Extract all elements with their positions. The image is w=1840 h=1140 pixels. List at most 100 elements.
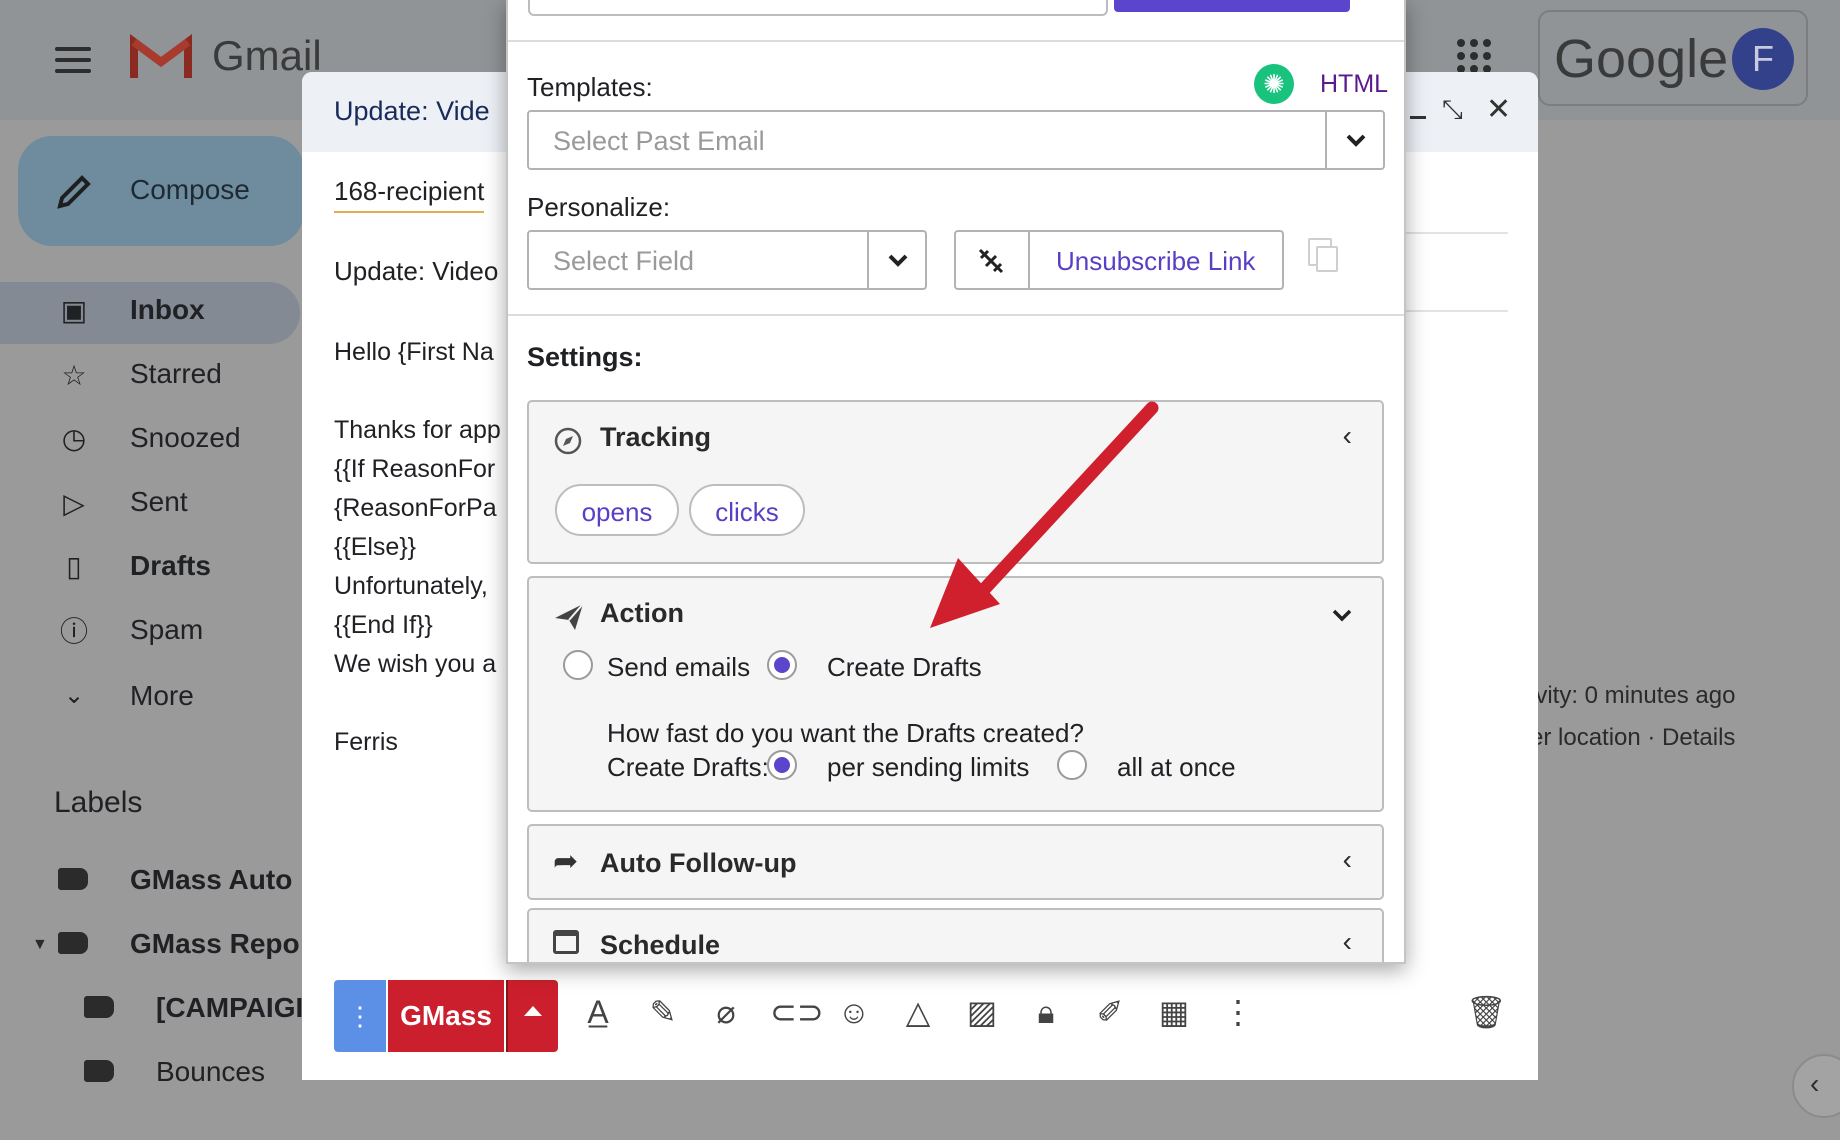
templates-label: Templates: <box>527 72 653 102</box>
compose-button[interactable]: Compose <box>18 136 304 246</box>
unlink-icon <box>978 248 1004 274</box>
divider <box>1028 232 1030 288</box>
create-drafts-label: Create Drafts <box>827 652 982 682</box>
subject-field[interactable]: Update: Video <box>334 256 498 287</box>
gmass-dropdown-button[interactable] <box>506 980 558 1052</box>
chevron-down-icon: ⌄ <box>63 682 85 709</box>
divider <box>1325 112 1327 168</box>
image-icon[interactable]: ▨ <box>962 992 1002 1032</box>
create-drafts-radio[interactable] <box>767 650 797 680</box>
nav-item-drafts[interactable]: Drafts <box>130 550 211 582</box>
gmass-send-button[interactable]: GMass <box>388 980 504 1052</box>
caret-up-icon <box>524 1006 542 1016</box>
label-campaign[interactable]: [CAMPAIGI <box>156 992 303 1024</box>
copy-icon[interactable] <box>1308 238 1338 272</box>
tracking-title[interactable]: Tracking <box>600 422 711 453</box>
magic-pen-icon[interactable]: ✎ <box>643 992 683 1032</box>
tracking-panel: Tracking ‹ opens clicks <box>527 400 1384 564</box>
nav-item-inbox[interactable]: Inbox <box>130 294 205 326</box>
confidential-lock-icon[interactable]: 🔒︎ <box>1026 992 1066 1032</box>
templates-select[interactable]: Select Past Email <box>527 110 1385 170</box>
label-icon <box>58 932 88 954</box>
body-line: {{End If}} <box>334 611 433 639</box>
html-link[interactable]: HTML <box>1320 70 1388 99</box>
auto-followup-panel: ➦ Auto Follow-up ‹ <box>527 824 1384 900</box>
nav-item-snoozed[interactable]: Snoozed <box>130 422 241 454</box>
schedule-calendar-icon[interactable]: ▦ <box>1154 992 1194 1032</box>
all-at-once-label: all at once <box>1117 752 1236 782</box>
drive-icon[interactable]: △ <box>898 992 938 1032</box>
expand-arrow-icon[interactable]: ▼ <box>32 936 48 954</box>
divider <box>867 232 869 288</box>
avatar[interactable]: F <box>1732 28 1794 90</box>
exit-fullscreen-icon[interactable]: ⤡ <box>1442 94 1463 126</box>
opens-chip[interactable]: opens <box>555 484 679 536</box>
close-icon[interactable]: ✕ <box>1486 92 1511 127</box>
details-link[interactable]: er location · Details <box>1530 724 1735 752</box>
nav-item-spam[interactable]: Spam <box>130 614 203 646</box>
personalize-field-select[interactable]: Select Field <box>527 230 927 290</box>
compose-title: Update: Vide <box>334 96 490 126</box>
attach-icon[interactable]: ⌀ <box>706 992 746 1032</box>
minimize-icon[interactable] <box>1410 116 1426 119</box>
unsubscribe-link-button[interactable]: Unsubscribe Link <box>954 230 1284 290</box>
signature-icon[interactable]: ✐ <box>1090 992 1130 1032</box>
label-icon <box>58 868 88 890</box>
emoji-icon[interactable]: ☺ <box>834 992 874 1032</box>
calendar-icon <box>553 930 579 954</box>
action-title[interactable]: Action <box>600 598 684 629</box>
account-switcher[interactable]: Google F <box>1538 10 1808 106</box>
apps-grid-icon[interactable] <box>1456 38 1492 74</box>
body-line: We wish you a <box>334 650 497 678</box>
body-line: Hello {First Na <box>334 338 494 366</box>
chatgpt-icon[interactable]: ✺ <box>1254 64 1294 104</box>
gmass-settings-button[interactable]: ⋮ <box>334 980 386 1052</box>
cutoff-input[interactable] <box>528 0 1108 16</box>
auto-followup-title[interactable]: Auto Follow-up <box>600 848 796 879</box>
nav-item-sent[interactable]: Sent <box>130 486 188 518</box>
compose-label: Compose <box>130 174 250 205</box>
divider <box>508 40 1404 42</box>
chevron-left-icon: ‹ <box>1810 1068 1820 1099</box>
trash-icon[interactable]: 🗑︎ <box>1466 992 1507 1032</box>
draft-icon: ▯ <box>66 551 82 582</box>
text-format-icon[interactable]: A̲ <box>578 992 618 1032</box>
message-body[interactable]: Hello {First Na Thanks for app {{If Reas… <box>334 338 501 767</box>
clicks-chip[interactable]: clicks <box>689 484 805 536</box>
main-menu-icon[interactable] <box>55 40 91 80</box>
more-options-icon[interactable]: ⋮ <box>1218 992 1258 1032</box>
recipients-field[interactable]: 168-recipient <box>334 176 485 213</box>
chevron-left-icon[interactable]: ‹ <box>1343 420 1352 452</box>
cutoff-button[interactable] <box>1114 0 1350 12</box>
clock-icon: ◷ <box>61 423 87 454</box>
body-line: {ReasonForPa <box>334 494 497 522</box>
settings-heading: Settings: <box>527 342 643 372</box>
label-gmass-reports[interactable]: GMass Repo <box>130 928 300 960</box>
all-at-once-radio[interactable] <box>1057 750 1087 780</box>
schedule-panel: Schedule ‹ <box>527 908 1384 962</box>
share-arrow-icon: ➦ <box>553 845 579 878</box>
send-icon: ▷ <box>63 488 85 519</box>
divider <box>1402 310 1508 312</box>
activity-text: ivity: 0 minutes ago <box>1530 682 1736 709</box>
field-placeholder: Select Field <box>553 246 695 276</box>
chevron-left-icon[interactable]: ‹ <box>1343 926 1352 958</box>
label-bounces[interactable]: Bounces <box>156 1056 265 1088</box>
per-sending-limits-label: per sending limits <box>827 752 1030 782</box>
body-line: Thanks for app <box>334 416 501 444</box>
chevron-left-icon[interactable]: ‹ <box>1343 844 1352 876</box>
chevron-down-icon[interactable] <box>1332 608 1352 622</box>
gmail-logo-icon <box>130 34 192 78</box>
link-icon[interactable]: ⊂⊃ <box>770 992 824 1032</box>
body-line: Ferris <box>334 728 398 756</box>
send-emails-label: Send emails <box>607 652 751 682</box>
label-gmass-auto[interactable]: GMass Auto <box>130 864 292 896</box>
side-panel-toggle[interactable]: ‹ <box>1792 1054 1840 1118</box>
body-line: {{Else}} <box>334 533 417 561</box>
schedule-title[interactable]: Schedule <box>600 930 720 961</box>
send-emails-radio[interactable] <box>563 650 593 680</box>
per-sending-limits-radio[interactable] <box>767 750 797 780</box>
chevron-down-icon <box>1346 134 1366 147</box>
nav-item-more[interactable]: More <box>130 680 194 712</box>
nav-item-starred[interactable]: Starred <box>130 358 222 390</box>
